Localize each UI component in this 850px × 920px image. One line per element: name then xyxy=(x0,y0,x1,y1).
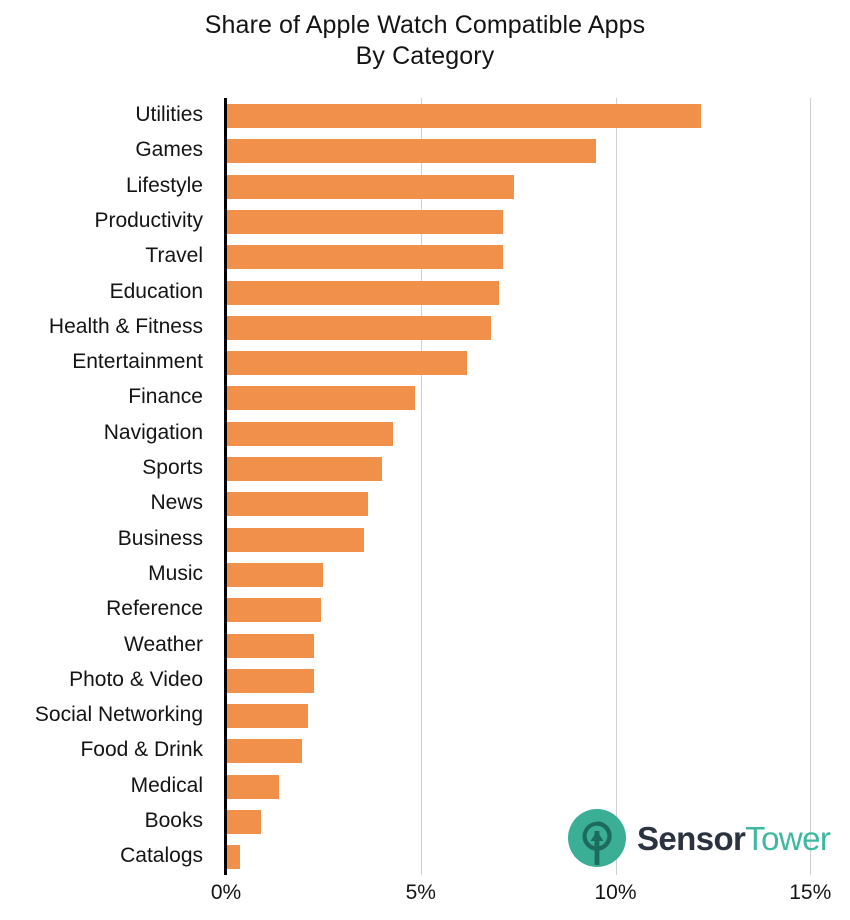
bar xyxy=(226,810,262,834)
bar xyxy=(226,774,279,799)
bar xyxy=(226,598,322,623)
logo-text-tower: Tower xyxy=(745,819,831,857)
bar-row xyxy=(226,733,826,768)
bar xyxy=(226,739,302,764)
sensor-tower-logo: SensorTower xyxy=(566,806,831,870)
y-axis-line xyxy=(224,98,227,875)
bar-row xyxy=(226,663,826,698)
y-axis-category-labels: Utilities Games Lifestyle Productivity Trave… xyxy=(0,98,203,875)
bar xyxy=(226,668,314,693)
y-axis-label: Education xyxy=(109,279,203,303)
bar-row xyxy=(226,204,826,239)
x-axis-tick-labels: 0% 5% 10% 15% xyxy=(0,880,850,914)
bar xyxy=(226,315,491,340)
x-axis-tick: 0% xyxy=(210,881,242,904)
y-axis-label: Entertainment xyxy=(72,350,203,374)
bar xyxy=(226,845,240,870)
bar xyxy=(226,492,369,517)
chart-title: Share of Apple Watch Compatible Apps By … xyxy=(0,10,850,72)
y-axis-label: Sports xyxy=(142,456,203,479)
bar-row xyxy=(226,345,826,380)
y-axis-label: Food & Drink xyxy=(80,738,203,762)
y-axis-label: Games xyxy=(135,138,203,162)
bar xyxy=(226,174,515,199)
bar-row xyxy=(226,133,826,168)
y-axis-label: Finance xyxy=(128,385,203,409)
bar xyxy=(226,457,382,481)
bar-row xyxy=(226,451,826,486)
bar xyxy=(226,527,365,552)
y-axis-label: Business xyxy=(117,526,203,550)
y-axis-label: Productivity xyxy=(94,208,203,232)
bar-row xyxy=(226,628,826,663)
bar-row xyxy=(226,486,826,521)
bar xyxy=(226,562,324,587)
y-axis-label: Social Networking xyxy=(34,703,203,727)
y-axis-label: Medical xyxy=(130,773,203,797)
bar xyxy=(226,139,597,164)
sensor-tower-wordmark: SensorTower xyxy=(637,819,831,857)
x-axis-tick: 10% xyxy=(594,881,637,904)
bar-row xyxy=(226,416,826,451)
chart-title-line-2: By Category xyxy=(355,42,495,70)
bar-row xyxy=(226,557,826,592)
bar-row xyxy=(226,698,826,733)
y-axis-label: Health & Fitness xyxy=(48,314,203,338)
bar xyxy=(226,633,314,658)
y-axis-label: Books xyxy=(144,809,203,832)
y-axis-label: Catalogs xyxy=(120,844,203,868)
bar-row xyxy=(226,380,826,415)
bar xyxy=(226,104,702,128)
bar xyxy=(226,280,499,305)
y-axis-label: Photo & Video xyxy=(69,667,203,691)
bar-row xyxy=(226,310,826,345)
x-axis-tick: 15% xyxy=(789,881,832,904)
y-axis-label: Travel xyxy=(145,244,203,268)
y-axis-label: Weather xyxy=(124,632,203,656)
sensor-tower-mark-icon xyxy=(568,809,626,867)
y-axis-label: Lifestyle xyxy=(125,173,203,197)
y-axis-label: News xyxy=(150,491,203,515)
plot-area xyxy=(226,98,826,875)
bar-chart: Share of Apple Watch Compatible Apps By … xyxy=(0,0,850,920)
y-axis-label: Music xyxy=(148,561,203,585)
bar-row xyxy=(226,769,826,804)
logo-text-sensor: Sensor xyxy=(637,819,746,857)
bar xyxy=(226,245,503,270)
y-axis-label: Utilities xyxy=(135,103,203,126)
bar xyxy=(226,421,394,446)
bar xyxy=(226,209,503,234)
y-axis-label: Navigation xyxy=(103,420,203,444)
bar-row xyxy=(226,275,826,310)
bar-row xyxy=(226,169,826,204)
bar-row xyxy=(226,522,826,557)
x-axis-tick: 5% xyxy=(405,881,436,904)
bar-row xyxy=(226,239,826,274)
bar xyxy=(226,351,468,376)
bar-row xyxy=(226,98,826,133)
bar-row xyxy=(226,592,826,627)
bar xyxy=(226,704,308,729)
chart-title-line-1: Share of Apple Watch Compatible Apps xyxy=(204,11,646,39)
bar xyxy=(226,386,415,411)
y-axis-label: Reference xyxy=(106,597,203,621)
